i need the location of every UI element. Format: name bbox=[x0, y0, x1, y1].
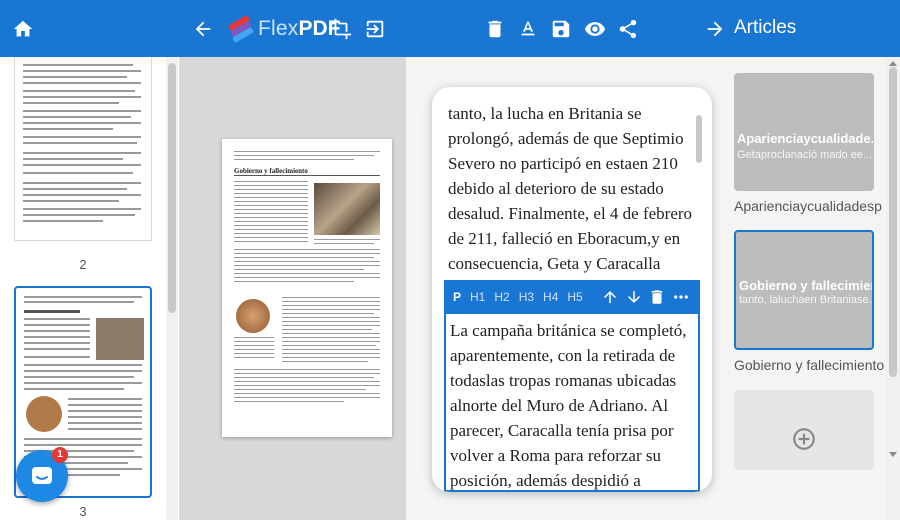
exit-to-app-icon[interactable] bbox=[360, 14, 390, 44]
pdf-page-view: Gobierno y fallecimiento bbox=[180, 57, 406, 520]
article-card-subtitle: Getaproclanació mado ee... bbox=[737, 149, 873, 161]
thumbnail-coin-image bbox=[26, 396, 62, 432]
style-h5-button[interactable]: H5 bbox=[567, 290, 582, 304]
painting-image bbox=[314, 183, 380, 235]
coin-image bbox=[236, 299, 270, 333]
top-toolbar: Flex PDF Articles bbox=[0, 0, 900, 57]
forward-arrow-icon[interactable] bbox=[700, 14, 730, 44]
articles-panel: Aparienciaycualidade... Getaproclanació … bbox=[720, 57, 900, 520]
article-card-title: Gobierno y fallecimien... bbox=[739, 278, 872, 293]
chat-bubble-icon bbox=[32, 467, 52, 484]
thumbnails-scrollbar[interactable] bbox=[166, 57, 178, 520]
add-article-button[interactable] bbox=[734, 390, 874, 470]
flexpdf-app: Flex PDF Articles 2 3 Gobierno y falleci… bbox=[0, 0, 900, 520]
thumbnail-page-2[interactable] bbox=[14, 57, 152, 241]
articles-panel-title: Articles bbox=[734, 17, 797, 38]
article-card-2[interactable]: Gobierno y fallecimien... tanto, lalucha… bbox=[734, 230, 874, 350]
thumbnails-scrollbar-thumb[interactable] bbox=[168, 63, 176, 313]
back-arrow-icon[interactable] bbox=[188, 14, 218, 44]
thumbnail-page-number: 3 bbox=[79, 504, 87, 519]
brand-logo: Flex PDF bbox=[224, 14, 340, 44]
article-card-1[interactable]: Aparienciaycualidade... Getaproclanació … bbox=[734, 73, 874, 191]
style-h4-button[interactable]: H4 bbox=[543, 290, 558, 304]
article-card-subtitle: tanto, laluchaen Britaniase... bbox=[739, 294, 874, 306]
delete-paragraph-icon[interactable] bbox=[647, 287, 667, 307]
preview-scrollbar-thumb[interactable] bbox=[696, 115, 702, 163]
article-card-title: Aparienciaycualidade... bbox=[737, 131, 873, 146]
scroll-up-arrow-icon[interactable] bbox=[889, 61, 897, 66]
style-paragraph-button[interactable]: P bbox=[453, 290, 461, 304]
save-icon[interactable] bbox=[546, 14, 576, 44]
mobile-preview-area: tanto, la lucha en Britania se prolongó,… bbox=[406, 57, 720, 520]
page-section-heading: Gobierno y fallecimiento bbox=[234, 167, 308, 175]
chat-notification-badge: 1 bbox=[52, 447, 68, 463]
flexpdf-logo-icon bbox=[224, 14, 255, 44]
move-down-arrow-icon[interactable] bbox=[624, 287, 644, 307]
home-icon[interactable] bbox=[8, 14, 38, 44]
text-format-icon[interactable] bbox=[513, 14, 543, 44]
scroll-down-arrow-icon[interactable] bbox=[889, 452, 897, 457]
preview-eye-icon[interactable] bbox=[580, 14, 610, 44]
articles-scrollbar[interactable] bbox=[886, 57, 900, 520]
article-label-1[interactable]: Aparienciaycualidadesp bbox=[734, 198, 884, 214]
share-icon[interactable] bbox=[613, 14, 643, 44]
mobile-preview-frame: tanto, la lucha en Britania se prolongó,… bbox=[432, 87, 712, 492]
move-up-arrow-icon[interactable] bbox=[600, 287, 620, 307]
paragraph-style-toolbar: P H1 H2 H3 H4 H5 bbox=[444, 280, 700, 314]
more-options-icon[interactable] bbox=[671, 287, 691, 307]
selected-paragraph-box[interactable]: La campaña británica se completó, aparen… bbox=[444, 314, 700, 492]
page-thumbnails-panel: 2 3 bbox=[0, 57, 180, 520]
article-label-2[interactable]: Gobierno y fallecimiento bbox=[734, 357, 884, 373]
style-h1-button[interactable]: H1 bbox=[470, 290, 485, 304]
articles-scrollbar-thumb[interactable] bbox=[889, 67, 897, 377]
style-h2-button[interactable]: H2 bbox=[494, 290, 509, 304]
crop-icon[interactable] bbox=[326, 14, 356, 44]
article-paragraph-2[interactable]: La campaña británica se completó, aparen… bbox=[450, 318, 688, 490]
delete-icon[interactable] bbox=[480, 14, 510, 44]
brand-name-flex: Flex bbox=[258, 17, 299, 40]
style-h3-button[interactable]: H3 bbox=[519, 290, 534, 304]
pdf-page[interactable]: Gobierno y fallecimiento bbox=[222, 139, 392, 437]
article-paragraph-1[interactable]: tanto, la lucha en Britania se prolongó,… bbox=[448, 101, 698, 301]
thumbnail-page-number: 2 bbox=[79, 257, 87, 272]
add-circle-icon bbox=[793, 428, 815, 450]
thumbnail-painting-image bbox=[96, 318, 144, 360]
